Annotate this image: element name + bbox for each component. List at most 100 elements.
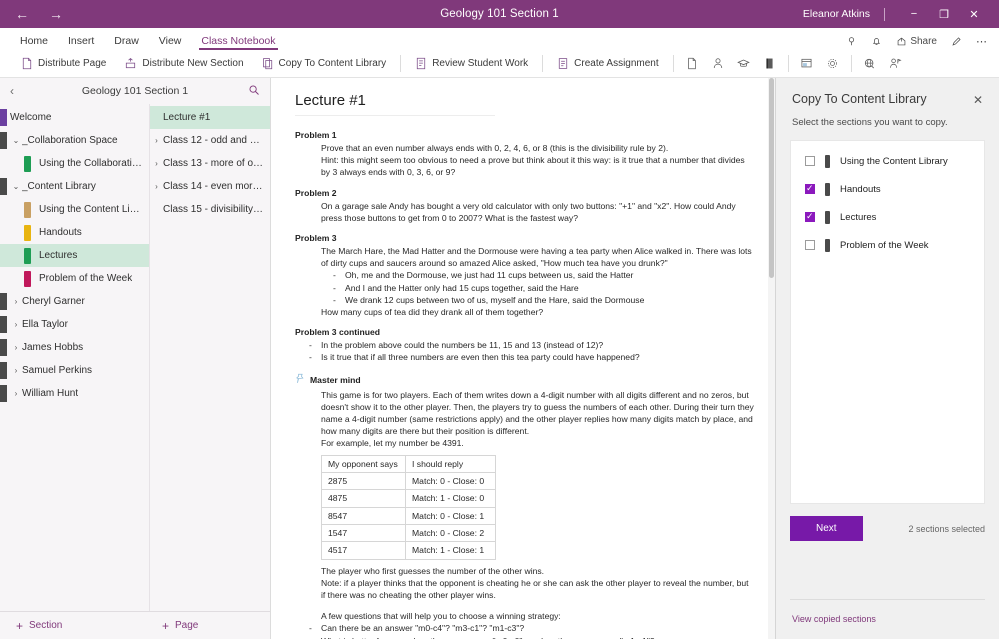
checkbox[interactable] [805,240,815,250]
block-paragraph: For example, let my number be 4391. [321,438,464,449]
tab-draw[interactable]: Draw [104,35,149,50]
sidebar-item-ella-taylor[interactable]: › Ella Taylor [0,313,149,336]
chevron-right-icon[interactable]: › [150,136,163,145]
command-divider [400,55,402,72]
chevron-right-icon[interactable]: › [10,389,22,398]
checkbox-row-problem-of-the-week[interactable]: Problem of the Week [791,231,984,259]
page-item-class-13[interactable]: › Class 13 - more of odd... [150,152,270,175]
notebook-back-icon[interactable]: ‹ [10,84,26,98]
chevron-right-icon[interactable]: › [10,366,22,375]
page-title[interactable]: Lecture #1 [295,92,495,116]
chevron-down-icon[interactable]: ⌄ [10,136,22,145]
page-item-label: Class 14 - even more o... [163,181,264,192]
sidebar-item-collaboration-space[interactable]: ⌄ _Collaboration Space [0,129,149,152]
section-icon [825,210,830,224]
review-student-work-button[interactable]: Review Student Work [406,53,537,75]
sidebar-item-welcome[interactable]: Welcome [0,106,149,129]
page-icon[interactable] [679,53,705,75]
tab-class-notebook[interactable]: Class Notebook [191,35,285,50]
user-account-name[interactable]: Eleanor Atkins [803,8,884,20]
checkbox[interactable] [805,156,815,166]
section-color-tab [0,109,7,126]
restore-button[interactable]: ❐ [929,0,959,28]
checkbox[interactable] [805,183,815,194]
sidebar-item-content-library[interactable]: ⌄ _Content Library [0,175,149,198]
sidebar-item-using-collaboration-space[interactable]: Using the Collaboratio... [0,152,149,175]
create-assignment-button[interactable]: Create Assignment [548,53,668,75]
tab-insert[interactable]: Insert [58,35,104,50]
create-assignment-icon [557,57,569,70]
book-icon[interactable] [757,53,783,75]
chevron-right-icon[interactable]: › [10,343,22,352]
table-cell: 8547 [321,506,406,525]
page-canvas[interactable]: Lecture #1 Problem 1 Prove that an even … [271,78,775,639]
tab-view[interactable]: View [149,35,192,50]
person-icon[interactable] [705,53,731,75]
chevron-down-icon[interactable]: ⌄ [10,182,22,191]
checkbox-label: Using the Content Library [840,155,948,167]
settings-gear-icon[interactable] [820,53,846,75]
copy-to-content-library-button[interactable]: Copy To Content Library [253,53,396,75]
flag-person-icon[interactable] [883,53,909,75]
add-section-button[interactable]: + Section [0,612,150,639]
list-item: And I and the Hatter only had 15 cups to… [333,282,755,294]
page-item-label: Lecture #1 [163,112,211,123]
forward-arrow-icon[interactable]: → [48,7,64,21]
block-paragraph: The March Hare, the Mad Hatter and the D… [321,246,752,269]
canvas-scrollbar[interactable] [768,78,775,639]
globe-icon[interactable] [857,53,883,75]
sidebar-item-handouts[interactable]: Handouts [0,221,149,244]
checkbox-row-handouts[interactable]: Handouts [791,175,984,203]
sidebar-item-label: Samuel Perkins [22,365,93,376]
chevron-right-icon[interactable]: › [10,297,22,306]
sidebar-item-william-hunt[interactable]: › William Hunt [0,382,149,405]
page-item-class-14[interactable]: › Class 14 - even more o... [150,175,270,198]
add-page-button[interactable]: + Page [150,612,270,639]
command-divider-5 [850,55,852,72]
pen-icon[interactable] [951,36,962,47]
sidebar-item-samuel-perkins[interactable]: › Samuel Perkins [0,359,149,382]
chevron-right-icon[interactable]: › [10,320,22,329]
view-copied-sections-link[interactable]: View copied sections [792,614,876,624]
more-options-icon[interactable]: ⋯ [976,35,987,48]
scrollbar-thumb[interactable] [769,78,774,278]
tell-me-icon[interactable] [846,36,857,47]
distribute-new-section-button[interactable]: Distribute New Section [115,53,252,75]
class-notebook-command-bar: Distribute Page Distribute New Section C… [0,50,999,78]
add-page-label: Page [175,620,199,631]
close-icon[interactable]: ✕ [971,92,985,108]
search-icon[interactable] [244,84,260,99]
page-item-class-12[interactable]: › Class 12 - odd and even [150,129,270,152]
section-group-tab [0,293,7,310]
sidebar-item-using-content-library[interactable]: Using the Content Libr... [0,198,149,221]
tab-home[interactable]: Home [10,35,58,50]
title-bar: ← → Geology 101 Section 1 Eleanor Atkins… [0,0,999,28]
checkbox-row-using-the-content-library[interactable]: Using the Content Library [791,147,984,175]
notebook-header: ‹ Geology 101 Section 1 [0,78,270,104]
sidebar-item-james-hobbs[interactable]: › James Hobbs [0,336,149,359]
page-item-class-15[interactable]: Class 15 - divisibility an... [150,198,270,221]
checkbox-label: Lectures [840,211,877,223]
table-row: 1547 Match: 0 - Close: 2 [321,523,496,543]
block-heading: Problem 3 continued [295,327,380,338]
sidebar-item-label: Using the Collaboratio... [39,158,145,169]
command-divider-2 [542,55,544,72]
checkbox[interactable] [805,211,815,222]
back-arrow-icon[interactable]: ← [14,7,30,21]
section-color-swatch [24,247,31,264]
minimize-button[interactable]: − [899,0,929,28]
graduation-cap-icon[interactable] [731,53,757,75]
distribute-page-button[interactable]: Distribute Page [12,53,115,75]
notifications-icon[interactable] [871,36,882,47]
close-button[interactable]: ✕ [959,0,989,28]
chevron-right-icon[interactable]: › [150,182,163,191]
chevron-right-icon[interactable]: › [150,159,163,168]
next-button[interactable]: Next [790,516,863,541]
sidebar-item-problem-of-the-week[interactable]: Problem of the Week [0,267,149,290]
sidebar-item-lectures[interactable]: Lectures [0,244,149,267]
checkbox-row-lectures[interactable]: Lectures [791,203,984,231]
window-icon[interactable] [794,53,820,75]
share-button[interactable]: Share [896,36,937,47]
page-item-lecture-1[interactable]: Lecture #1 [150,106,270,129]
sidebar-item-cheryl-garner[interactable]: › Cheryl Garner [0,290,149,313]
